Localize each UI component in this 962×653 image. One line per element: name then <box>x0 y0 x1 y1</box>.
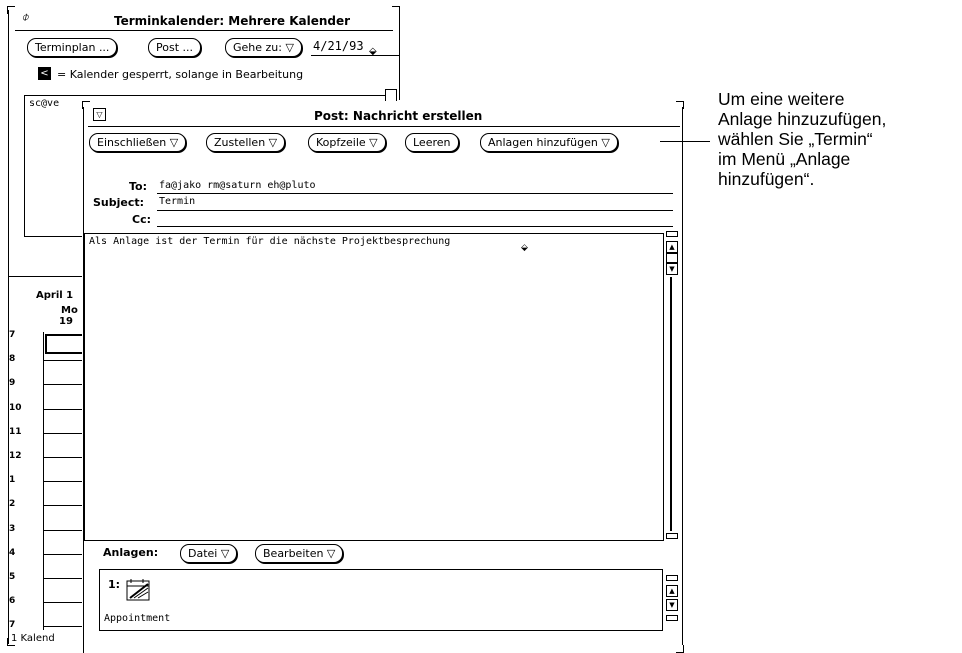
lock-icon: < <box>38 67 51 80</box>
callout-leader-line <box>660 141 710 142</box>
to-label: To: <box>129 180 147 193</box>
scrollbar-track[interactable] <box>670 277 672 531</box>
zustellen-menu-button[interactable]: Zustellen ▽ <box>206 133 286 152</box>
to-field-underline <box>157 193 673 194</box>
hour-label: 7 <box>9 330 16 340</box>
hour-row-line[interactable] <box>43 578 85 579</box>
hour-label: 5 <box>9 572 16 582</box>
einschliessen-menu-button[interactable]: Einschließen ▽ <box>89 133 187 152</box>
scrollbar-top-cap[interactable] <box>666 231 678 237</box>
cc-field-underline <box>157 226 673 227</box>
calendar-footer: 1 Kalend <box>11 633 55 644</box>
window-menu-icon[interactable]: ▽ <box>93 108 106 121</box>
hour-row-line[interactable] <box>43 408 85 410</box>
attachment-scrollbar[interactable]: ▲ ▼ <box>665 575 679 631</box>
appointment-icon[interactable] <box>126 578 152 602</box>
text-caret-icon: ⬙ <box>521 243 528 253</box>
hour-label: 1 <box>9 475 16 486</box>
day-name: Mo <box>61 305 78 316</box>
selected-hour-cell[interactable] <box>45 334 85 354</box>
gehe-zu-button[interactable]: Gehe zu: ▽ <box>225 38 302 57</box>
callout-line: Anlage hinzuzufügen, <box>718 109 887 129</box>
bearbeiten-menu-button[interactable]: Bearbeiten ▽ <box>255 544 344 563</box>
datei-menu-button[interactable]: Datei ▽ <box>180 544 238 563</box>
anlagen-hinzufuegen-menu-button[interactable]: Anlagen hinzufügen ▽ <box>480 133 618 152</box>
terminplan-button[interactable]: Terminplan ... <box>27 38 118 57</box>
attachment-name[interactable]: Appointment <box>104 613 170 624</box>
attachment-pane[interactable]: 1: Appointment <box>99 569 663 631</box>
mail-window-title: Post: Nachricht erstellen <box>314 109 483 123</box>
list-item[interactable]: sc@ve <box>29 98 59 109</box>
subject-field-underline <box>157 210 673 211</box>
hour-row-line[interactable] <box>43 384 85 386</box>
text-caret-icon: ⬙ <box>369 46 377 57</box>
subject-field[interactable]: Termin <box>159 196 195 207</box>
window-corner <box>676 645 684 653</box>
hour-row-line[interactable] <box>43 432 85 434</box>
hour-label: 7 <box>9 620 16 631</box>
hour-label: 9 <box>9 378 16 389</box>
scroll-up-icon[interactable]: ▲ <box>666 585 678 597</box>
cc-label: Cc: <box>132 213 151 226</box>
scrollbar-bottom-cap[interactable] <box>666 615 678 621</box>
message-text[interactable]: Als Anlage ist der Termin für die nächst… <box>89 236 450 247</box>
callout-line: im Menü „Anlage <box>718 149 851 169</box>
hour-row-line[interactable] <box>43 457 85 458</box>
scrollbar-bottom-cap[interactable] <box>666 533 678 539</box>
scroll-up-icon[interactable]: ▲ <box>666 241 678 253</box>
scroll-down-icon[interactable]: ▼ <box>666 263 678 275</box>
hour-row-line[interactable] <box>43 553 85 555</box>
callout-line: hinzufügen“. <box>718 169 815 189</box>
scroll-down-icon[interactable]: ▼ <box>666 599 678 611</box>
callout-line: wählen Sie „Termin“ <box>718 129 873 149</box>
subject-label: Subject: <box>93 196 145 209</box>
hour-label: 11 <box>9 426 22 437</box>
hour-label: 2 <box>9 499 16 510</box>
calendar-window-title: Terminkalender: Mehrere Kalender <box>114 14 351 28</box>
hour-row-line[interactable] <box>43 626 85 628</box>
hour-label: 6 <box>9 596 16 607</box>
window-frame <box>682 107 683 645</box>
date-field[interactable]: 4/21/93 <box>313 39 364 53</box>
to-field[interactable]: fa@jako rm@saturn eh@pluto <box>159 180 316 191</box>
hour-label: 4 <box>9 547 16 558</box>
mail-compose-window: ▽ Post: Nachricht erstellen Einschließen… <box>82 101 684 653</box>
divider <box>9 276 89 277</box>
window-frame <box>399 10 400 100</box>
leeren-button[interactable]: Leeren <box>405 133 459 152</box>
hour-row-line[interactable] <box>43 602 85 604</box>
kopfzeile-menu-button[interactable]: Kopfzeile ▽ <box>308 133 386 152</box>
title-underline <box>88 126 680 127</box>
hour-row-line[interactable] <box>43 505 85 507</box>
window-menu-icon[interactable]: ⌽ <box>21 10 29 25</box>
hour-row-line[interactable] <box>43 529 85 531</box>
day-number: 19 <box>59 316 73 327</box>
message-body[interactable]: Als Anlage ist der Termin für die nächst… <box>84 233 664 541</box>
month-label: April 1 <box>36 290 74 301</box>
hour-label: 3 <box>9 523 16 534</box>
hour-label: 8 <box>9 354 16 365</box>
hour-row-line[interactable] <box>43 481 85 483</box>
scrollbar-elevator[interactable] <box>666 253 678 263</box>
hour-row-line[interactable] <box>43 360 85 362</box>
body-scrollbar[interactable]: ▲ ▼ <box>665 231 679 543</box>
lock-note: = Kalender gesperrt, solange in Bearbeit… <box>57 68 304 81</box>
scrollbar-top-cap[interactable] <box>666 575 678 581</box>
hour-label: 12 <box>9 451 22 461</box>
callout-line: Um eine weitere <box>718 89 845 109</box>
post-button[interactable]: Post ... <box>148 38 202 57</box>
date-field-underline <box>311 55 399 56</box>
attachments-label: Anlagen: <box>103 546 159 559</box>
callout-text: Um eine weitere Anlage hinzuzufügen, wäh… <box>718 89 886 189</box>
attachment-index: 1: <box>108 578 121 591</box>
hour-label: 10 <box>9 402 22 413</box>
title-underline <box>15 30 393 31</box>
